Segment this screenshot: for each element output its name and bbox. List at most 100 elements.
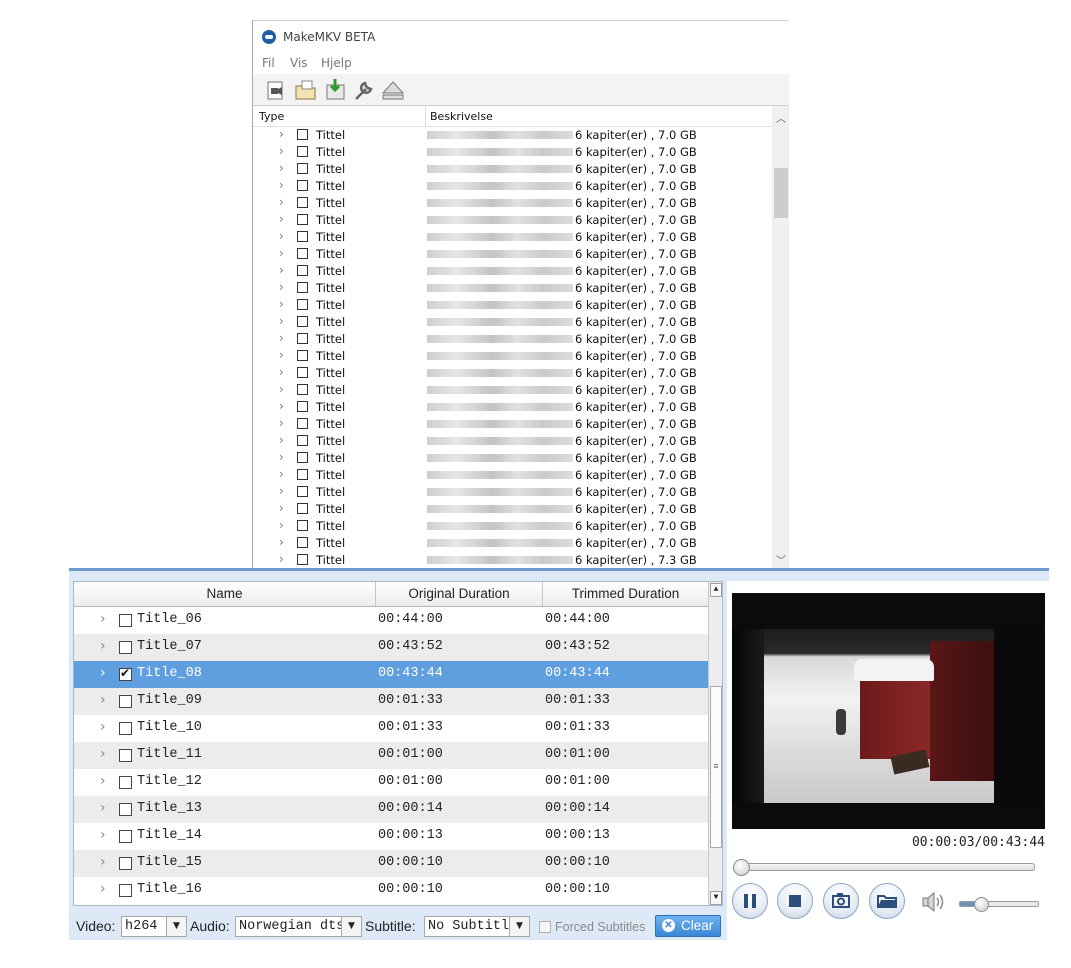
- expand-chevron-icon[interactable]: ›: [100, 881, 106, 897]
- dropdown-arrow-icon[interactable]: ▼: [341, 917, 361, 936]
- table-row[interactable]: › Title_13 00:00:14 00:00:14: [74, 796, 708, 823]
- tree-row[interactable]: › Tittel 6 kapiter(er) , 7.0 GB: [253, 501, 772, 518]
- tree-row[interactable]: › Tittel 6 kapiter(er) , 7.0 GB: [253, 433, 772, 450]
- scroll-up-icon[interactable]: ︿: [776, 110, 786, 125]
- scroll-down-icon[interactable]: ▼: [710, 891, 722, 905]
- expand-chevron-icon[interactable]: ›: [279, 212, 284, 226]
- title-checkbox[interactable]: [297, 248, 308, 259]
- title-checkbox[interactable]: [297, 486, 308, 497]
- title-checkbox[interactable]: [297, 503, 308, 514]
- row-checkbox[interactable]: [119, 884, 132, 897]
- volume-speaker-icon[interactable]: [921, 891, 945, 913]
- expand-chevron-icon[interactable]: ›: [279, 365, 284, 379]
- title-checkbox[interactable]: [297, 231, 308, 242]
- table-row[interactable]: › Title_16 00:00:10 00:00:10: [74, 877, 708, 904]
- title-checkbox[interactable]: [297, 350, 308, 361]
- scroll-up-icon[interactable]: ▲: [710, 583, 722, 597]
- row-checkbox[interactable]: [119, 641, 132, 654]
- volume-slider[interactable]: [959, 897, 1039, 912]
- expand-chevron-icon[interactable]: ›: [279, 535, 284, 549]
- expand-chevron-icon[interactable]: ›: [100, 611, 106, 627]
- pause-button[interactable]: [732, 883, 768, 919]
- title-checkbox[interactable]: [297, 435, 308, 446]
- tree-row[interactable]: › Tittel 6 kapiter(er) , 7.0 GB: [253, 127, 772, 144]
- row-checkbox[interactable]: [119, 666, 132, 681]
- expand-chevron-icon[interactable]: ›: [279, 416, 284, 430]
- row-checkbox[interactable]: [119, 695, 132, 708]
- menu-hjelp[interactable]: Hjelp: [321, 56, 352, 70]
- expand-chevron-icon[interactable]: ›: [100, 665, 106, 681]
- table-row[interactable]: › Title_07 00:43:52 00:43:52: [74, 634, 708, 661]
- volume-handle[interactable]: [973, 897, 989, 912]
- clear-button[interactable]: ✕ Clear: [655, 915, 721, 937]
- tree-row[interactable]: › Tittel 6 kapiter(er) , 7.0 GB: [253, 382, 772, 399]
- expand-chevron-icon[interactable]: ›: [279, 195, 284, 209]
- title-checkbox[interactable]: [297, 537, 308, 548]
- expand-chevron-icon[interactable]: ›: [279, 467, 284, 481]
- dropdown-arrow-icon[interactable]: ▼: [509, 917, 529, 936]
- tree-row[interactable]: › Tittel 6 kapiter(er) , 7.0 GB: [253, 450, 772, 467]
- tree-row[interactable]: › Tittel 6 kapiter(er) , 7.0 GB: [253, 297, 772, 314]
- expand-chevron-icon[interactable]: ›: [279, 331, 284, 345]
- column-type[interactable]: Type: [259, 110, 284, 123]
- table-row[interactable]: › Title_06 00:44:00 00:44:00: [74, 607, 708, 634]
- forced-subtitles-checkbox[interactable]: [539, 921, 551, 933]
- tree-row[interactable]: › Tittel 6 kapiter(er) , 7.0 GB: [253, 178, 772, 195]
- expand-chevron-icon[interactable]: ›: [100, 773, 106, 789]
- tree-row[interactable]: › Tittel 6 kapiter(er) , 7.0 GB: [253, 229, 772, 246]
- tree-row[interactable]: › Tittel 6 kapiter(er) , 7.0 GB: [253, 195, 772, 212]
- table-scrollbar[interactable]: ▲ ≡ ▼: [708, 582, 722, 905]
- scrollbar-thumb[interactable]: ≡: [710, 686, 722, 848]
- title-checkbox[interactable]: [297, 401, 308, 412]
- column-trimmed-duration[interactable]: Trimmed Duration: [543, 582, 708, 606]
- row-checkbox[interactable]: [119, 830, 132, 843]
- tree-row[interactable]: › Tittel 6 kapiter(er) , 7.0 GB: [253, 280, 772, 297]
- subtitle-select[interactable]: No Subtitle ▼: [424, 916, 530, 937]
- title-checkbox[interactable]: [297, 129, 308, 140]
- expand-chevron-icon[interactable]: ›: [279, 484, 284, 498]
- expand-chevron-icon[interactable]: ›: [279, 144, 284, 158]
- title-checkbox[interactable]: [297, 384, 308, 395]
- tree-row[interactable]: › Tittel 6 kapiter(er) , 7.0 GB: [253, 263, 772, 280]
- expand-chevron-icon[interactable]: ›: [100, 746, 106, 762]
- tree-row[interactable]: › Tittel 6 kapiter(er) , 7.0 GB: [253, 484, 772, 501]
- expand-chevron-icon[interactable]: ›: [279, 246, 284, 260]
- tree-row[interactable]: › Tittel 6 kapiter(er) , 7.0 GB: [253, 348, 772, 365]
- table-row[interactable]: › Title_15 00:00:10 00:00:10: [74, 850, 708, 877]
- dropdown-arrow-icon[interactable]: ▼: [166, 917, 186, 936]
- title-checkbox[interactable]: [297, 163, 308, 174]
- column-description[interactable]: Beskrivelse: [430, 110, 493, 123]
- settings-wrench-icon[interactable]: [351, 77, 377, 103]
- column-original-duration[interactable]: Original Duration: [376, 582, 543, 606]
- row-checkbox[interactable]: [119, 776, 132, 789]
- tree-row[interactable]: › Tittel 6 kapiter(er) , 7.0 GB: [253, 518, 772, 535]
- open-file-icon[interactable]: [263, 77, 289, 103]
- tree-row[interactable]: › Tittel 6 kapiter(er) , 7.0 GB: [253, 416, 772, 433]
- menu-vis[interactable]: Vis: [290, 56, 308, 70]
- title-checkbox[interactable]: [297, 367, 308, 378]
- tree-row[interactable]: › Tittel 6 kapiter(er) , 7.0 GB: [253, 467, 772, 484]
- title-checkbox[interactable]: [297, 418, 308, 429]
- title-checkbox[interactable]: [297, 554, 308, 565]
- expand-chevron-icon[interactable]: ›: [100, 827, 106, 843]
- expand-chevron-icon[interactable]: ›: [100, 854, 106, 870]
- tree-row[interactable]: › Tittel 6 kapiter(er) , 7.0 GB: [253, 331, 772, 348]
- expand-chevron-icon[interactable]: ›: [279, 263, 284, 277]
- tree-row[interactable]: › Tittel 6 kapiter(er) , 7.3 GB: [253, 552, 772, 568]
- eject-icon[interactable]: [380, 77, 406, 103]
- tree-row[interactable]: › Tittel 6 kapiter(er) , 7.0 GB: [253, 399, 772, 416]
- expand-chevron-icon[interactable]: ›: [100, 719, 106, 735]
- row-checkbox[interactable]: [119, 749, 132, 762]
- title-checkbox[interactable]: [297, 520, 308, 531]
- tree-row[interactable]: › Tittel 6 kapiter(er) , 7.0 GB: [253, 144, 772, 161]
- expand-chevron-icon[interactable]: ›: [279, 433, 284, 447]
- save-to-mkv-icon[interactable]: [323, 77, 349, 103]
- table-row[interactable]: › Title_12 00:01:00 00:01:00: [74, 769, 708, 796]
- video-select[interactable]: h264 ▼: [121, 916, 187, 937]
- title-checkbox[interactable]: [297, 333, 308, 344]
- title-checkbox[interactable]: [297, 469, 308, 480]
- title-checkbox[interactable]: [297, 146, 308, 157]
- audio-select[interactable]: Norwegian dtsl ▼: [235, 916, 362, 937]
- table-row[interactable]: › Title_14 00:00:13 00:00:13: [74, 823, 708, 850]
- expand-chevron-icon[interactable]: ›: [279, 314, 284, 328]
